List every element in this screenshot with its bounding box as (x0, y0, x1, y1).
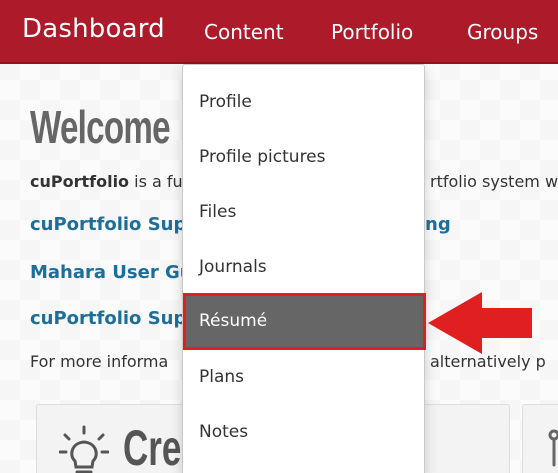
menu-item-profile[interactable]: Profile (199, 92, 252, 112)
top-navbar: Dashboard Content Portfolio Groups (0, 0, 558, 64)
menu-item-profile-pictures[interactable]: Profile pictures (199, 147, 326, 167)
intro-rest: is a fu (129, 172, 183, 191)
red-arrow-icon (424, 290, 534, 364)
mahara-user-guide-link[interactable]: Mahara User Gu (30, 262, 193, 283)
more-info-text: For more informa (30, 352, 169, 371)
menu-item-resume[interactable]: Résumé (183, 293, 426, 350)
menu-item-files[interactable]: Files (199, 202, 236, 222)
intro-text-right: rtfolio system w (430, 172, 558, 191)
support-link-1[interactable]: cuPortfolio Sup (30, 214, 186, 235)
menu-item-resume-label: Résumé (199, 311, 268, 331)
page: Dashboard Content Portfolio Groups Welco… (0, 0, 558, 473)
page-title: Welcome (30, 101, 170, 153)
support-link-1-tail[interactable]: ng (425, 214, 451, 235)
menu-item-plans[interactable]: Plans (199, 367, 244, 387)
tools-icon (545, 427, 558, 471)
menu-item-journals[interactable]: Journals (199, 257, 267, 277)
content-dropdown-menu: Profile Profile pictures Files Journals … (182, 64, 426, 473)
nav-content-link[interactable]: Content (204, 20, 284, 44)
lightbulb-icon (58, 425, 110, 473)
support-link-3[interactable]: cuPortfolio Sup (30, 308, 186, 329)
nav-groups-link[interactable]: Groups (467, 20, 538, 44)
menu-item-notes[interactable]: Notes (199, 422, 248, 442)
nav-dashboard-link[interactable]: Dashboard (22, 14, 165, 44)
intro-text: cuPortfolio is a fu (30, 172, 183, 191)
intro-bold: cuPortfolio (30, 172, 130, 191)
nav-portfolio-link[interactable]: Portfolio (331, 20, 413, 44)
secondary-card[interactable] (522, 404, 558, 473)
